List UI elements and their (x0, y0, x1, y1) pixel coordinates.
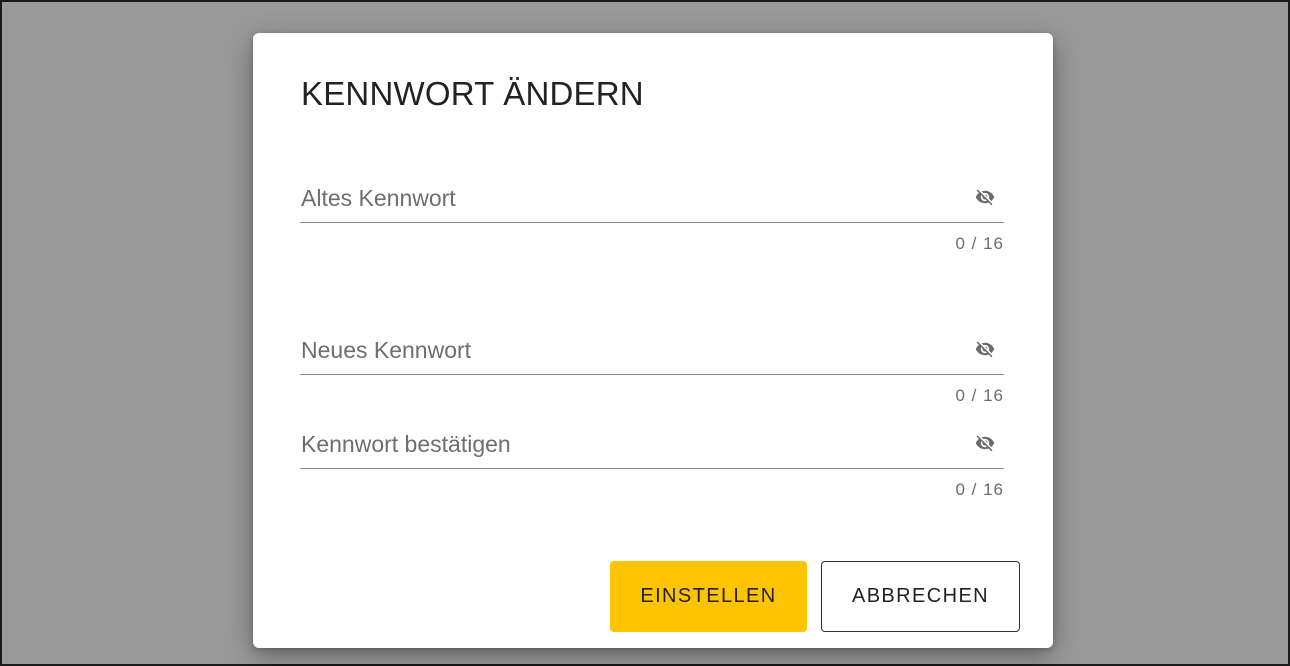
new-password-field: 0 / 16 (300, 326, 1004, 406)
old-password-field: 0 / 16 (300, 174, 1004, 254)
eye-off-icon[interactable] (970, 182, 1000, 212)
confirm-password-counter: 0 / 16 (955, 480, 1004, 499)
change-password-dialog: KENNWORT ÄNDERN 0 / 16 0 / 16 0 / 16 EIN… (253, 33, 1053, 648)
confirm-password-row (300, 420, 1004, 469)
old-password-counter: 0 / 16 (955, 234, 1004, 253)
eye-off-icon[interactable] (970, 428, 1000, 458)
confirm-button[interactable]: EINSTELLEN (610, 561, 807, 632)
new-password-input[interactable] (300, 326, 941, 374)
old-password-input[interactable] (300, 174, 941, 222)
new-password-row (300, 326, 1004, 375)
confirm-password-input[interactable] (300, 420, 941, 468)
modal-backdrop[interactable]: KENNWORT ÄNDERN 0 / 16 0 / 16 0 / 16 EIN… (0, 0, 1290, 666)
old-password-row (300, 174, 1004, 223)
new-password-counter: 0 / 16 (955, 386, 1004, 405)
confirm-password-field: 0 / 16 (300, 420, 1004, 500)
dialog-title: KENNWORT ÄNDERN (301, 75, 644, 112)
eye-off-icon[interactable] (970, 334, 1000, 364)
cancel-button[interactable]: ABBRECHEN (821, 561, 1020, 632)
